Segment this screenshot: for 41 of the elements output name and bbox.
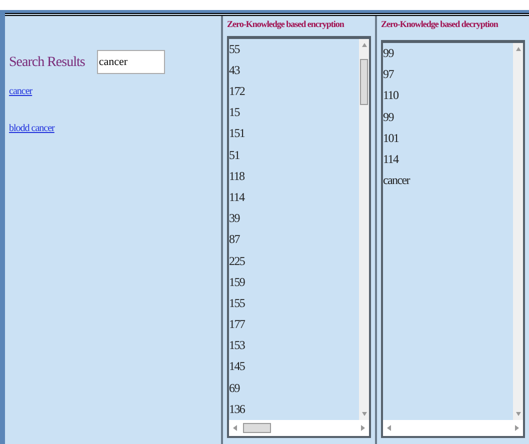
scroll-right-icon[interactable]	[515, 425, 519, 431]
text-line: cancer	[383, 172, 412, 190]
scroll-left-icon[interactable]	[233, 425, 237, 431]
text-line: 51	[229, 146, 240, 164]
scroll-up-icon[interactable]	[516, 47, 520, 51]
search-results-label: Search Results	[9, 54, 85, 72]
text-line: 155	[229, 294, 246, 312]
text-line: 151	[229, 125, 246, 142]
text-line: 153	[229, 337, 246, 354]
scroll-down-icon[interactable]	[362, 412, 366, 416]
scroll-thumb[interactable]	[243, 423, 271, 433]
text-line: 39	[229, 210, 241, 228]
text-line: 172	[229, 83, 246, 100]
result-link[interactable]: blodd cancer	[9, 121, 221, 136]
text-line: 145	[229, 358, 246, 376]
text-line: 110	[383, 87, 400, 104]
scroll-down-icon[interactable]	[516, 412, 520, 416]
panel-title: Zero-Knowledge based encryption	[227, 18, 346, 31]
text-line: 99	[383, 108, 395, 126]
scroll-up-icon[interactable]	[362, 42, 366, 47]
text-line: 43	[229, 62, 241, 79]
search-field[interactable]: cancer	[96, 50, 165, 74]
text-line: 97	[383, 66, 395, 84]
scroll-right-icon[interactable]	[361, 425, 365, 431]
scroll-thumb[interactable]	[360, 58, 368, 105]
text-line: 177	[229, 316, 246, 334]
text-line: 159	[229, 274, 246, 291]
text-line: 101	[383, 130, 400, 147]
text-line: 55	[229, 40, 241, 58]
text-line: 225	[229, 252, 246, 270]
text-line: 114	[229, 188, 246, 206]
text-line: 118	[229, 168, 246, 185]
text-line: 69	[229, 380, 241, 397]
text-line: 87	[229, 231, 241, 248]
result-link[interactable]: cancer	[9, 84, 221, 99]
text-line: 15	[229, 104, 241, 122]
text-line: 99	[383, 45, 395, 62]
panel-title: Zero-Knowledge based decryption	[381, 18, 500, 31]
scroll-left-icon[interactable]	[387, 425, 391, 431]
text-line: 136	[229, 400, 246, 418]
text-line: 114	[383, 150, 400, 168]
